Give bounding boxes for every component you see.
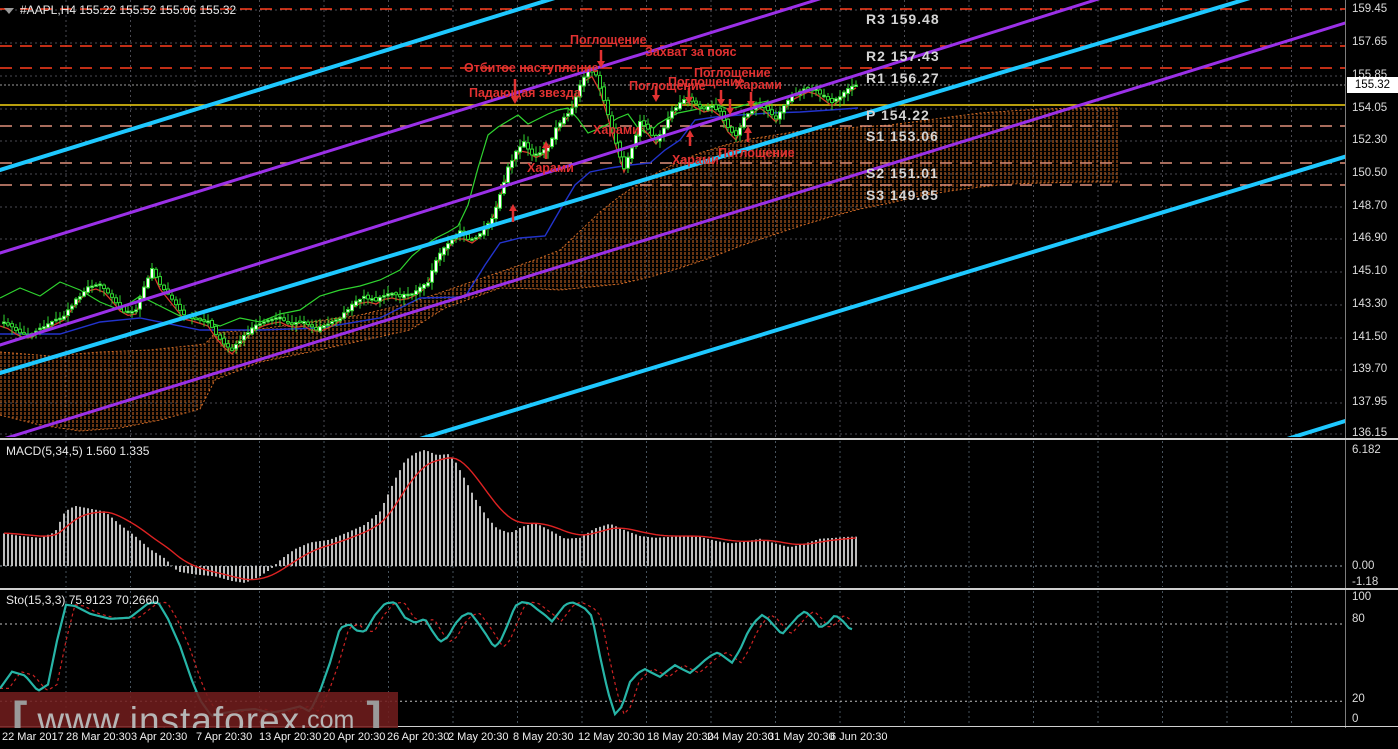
date-axis[interactable]: 22 Mar 2017 28 Mar 20:30 3 Apr 20:30 7 Apr … — [0, 728, 1398, 749]
pivot-label-s3: S3 149.85 — [866, 187, 939, 203]
price-scale-label: 145.10 — [1352, 265, 1388, 277]
chart-title: #AAPL,H4 155.22 155.52 155.06 155.32 — [4, 3, 236, 17]
symbol-dropdown-icon[interactable] — [4, 8, 14, 14]
date-axis-label: 26 Apr 20:30 — [387, 731, 450, 743]
price-scale-label: 148.70 — [1352, 200, 1388, 212]
price-scale-label: 157.65 — [1352, 36, 1388, 48]
pivot-label-r1: R1 156.27 — [866, 70, 940, 86]
sto-indicator-label: Sto(15,3,3) 75.9123 70.2660 — [6, 593, 159, 607]
price-scale-label: 159.45 — [1352, 3, 1388, 15]
panel-separator-2[interactable] — [0, 588, 1398, 590]
ohlc-values: 155.22 155.52 155.06 155.32 — [79, 3, 237, 17]
sto-scale-label: 0 — [1352, 713, 1359, 725]
pattern-annotation[interactable]: Поглощение — [629, 79, 706, 93]
pattern-annotation[interactable]: Падающая звезда — [469, 86, 581, 100]
pattern-annotation[interactable]: Харами — [672, 153, 719, 167]
main-chart-canvas[interactable] — [0, 0, 1345, 437]
macd-scale-label: -1.18 — [1352, 576, 1379, 588]
price-scale-border — [1345, 0, 1346, 728]
pattern-annotation[interactable]: Харами — [593, 123, 640, 137]
pattern-annotation[interactable]: Поглощение — [718, 146, 795, 160]
pattern-annotation[interactable]: Захват за пояс — [645, 45, 737, 59]
date-axis-label: 20 Apr 20:30 — [323, 731, 386, 743]
date-axis-label: 8 May 20:30 — [513, 731, 574, 743]
pattern-annotation[interactable]: Поглощение — [570, 33, 647, 47]
price-scale-label: 152.30 — [1352, 134, 1388, 146]
price-scale-label: 150.50 — [1352, 167, 1388, 179]
macd-indicator-label: MACD(5,34,5) 1.560 1.335 — [6, 444, 150, 458]
chart-window: #AAPL,H4 155.22 155.52 155.06 155.32 159… — [0, 0, 1398, 749]
date-axis-label: 24 May 20:30 — [707, 731, 774, 743]
date-axis-label: 13 Apr 20:30 — [259, 731, 322, 743]
date-axis-label: 22 Mar 2017 — [2, 731, 64, 743]
price-scale-label: 143.30 — [1352, 298, 1388, 310]
date-axis-label: 31 May 20:30 — [768, 731, 835, 743]
sto-scale-label: 80 — [1352, 613, 1365, 625]
date-axis-label: 3 Apr 20:30 — [131, 731, 188, 743]
date-axis-label: 7 Apr 20:30 — [196, 731, 253, 743]
sto-scale-label: 100 — [1352, 591, 1372, 603]
pattern-annotation[interactable]: Харами — [735, 78, 782, 92]
pattern-annotation[interactable]: Харами — [527, 161, 574, 175]
date-axis-label: 28 Mar 20:30 — [66, 731, 131, 743]
sto-scale-label: 20 — [1352, 693, 1365, 705]
date-axis-label: 18 May 20:30 — [647, 731, 714, 743]
current-price-badge: 155.32 — [1347, 77, 1398, 93]
price-scale-label: 139.70 — [1352, 363, 1388, 375]
pivot-label-p: P 154.22 — [866, 107, 930, 123]
panel-separator-1[interactable] — [0, 438, 1398, 440]
pattern-annotation[interactable]: Отбитое наступление — [464, 61, 599, 75]
price-scale-label: 146.90 — [1352, 232, 1388, 244]
price-scale-label: 137.95 — [1352, 396, 1388, 408]
price-scale-label: 141.50 — [1352, 331, 1388, 343]
pivot-label-r2: R2 157.43 — [866, 48, 940, 64]
date-axis-label: 12 May 20:30 — [578, 731, 645, 743]
macd-scale-label: 0.00 — [1352, 560, 1375, 572]
date-axis-label: 2 May 20:30 — [448, 731, 509, 743]
pivot-label-r3: R3 159.48 — [866, 11, 940, 27]
macd-scale-label: 6.182 — [1352, 444, 1381, 456]
symbol-period-label: #AAPL,H4 — [20, 3, 77, 17]
pivot-label-s1: S1 153.06 — [866, 128, 939, 144]
macd-panel-canvas[interactable] — [0, 441, 1345, 587]
pivot-label-s2: S2 151.01 — [866, 165, 939, 181]
date-axis-label: 6 Jun 20:30 — [830, 731, 888, 743]
price-scale-label: 154.05 — [1352, 102, 1388, 114]
